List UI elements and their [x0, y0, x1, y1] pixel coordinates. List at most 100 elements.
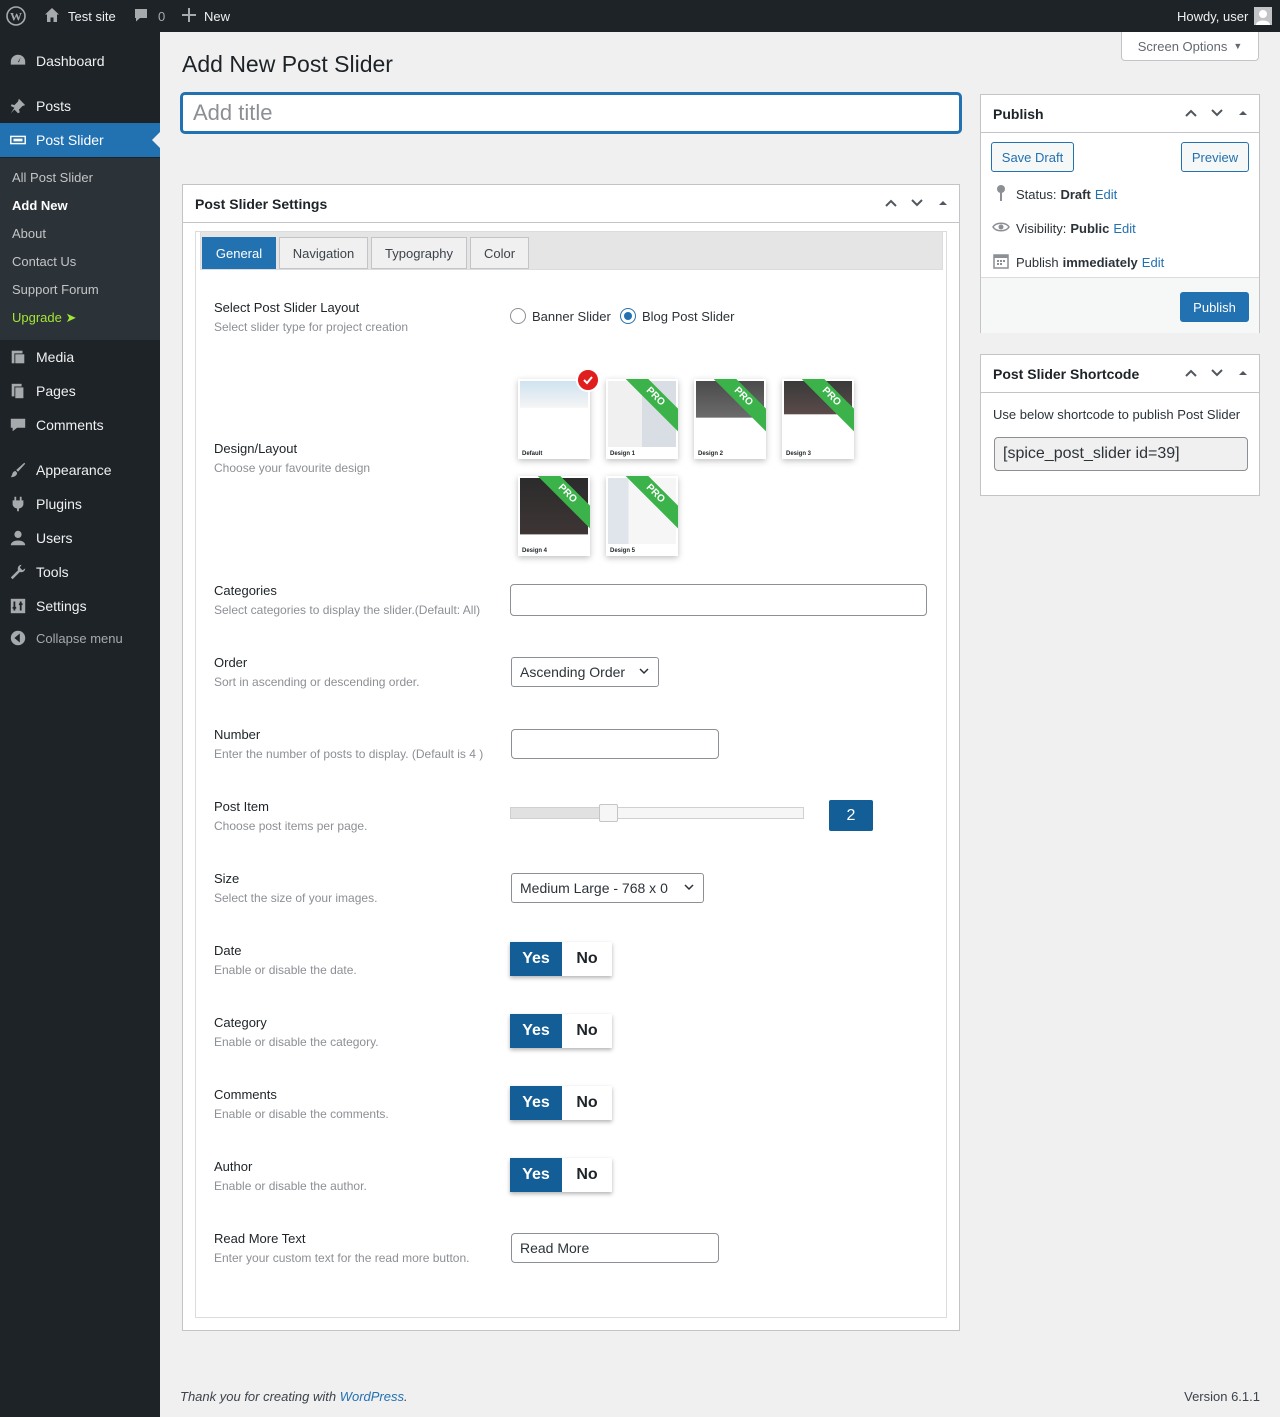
menu-plugins[interactable]: Plugins	[0, 487, 160, 521]
size-label: Size	[214, 871, 240, 886]
screen-options-button[interactable]: Screen Options ▼	[1121, 32, 1259, 61]
submenu-about[interactable]: About	[12, 226, 46, 241]
post-item-value: 2	[829, 800, 873, 831]
read-more-input[interactable]: Read More	[511, 1233, 719, 1263]
menu-dashboard[interactable]: Dashboard	[0, 44, 160, 78]
menu-posts[interactable]: Posts	[0, 89, 160, 123]
submenu-add-new[interactable]: Add New	[12, 198, 68, 213]
visibility-edit-link[interactable]: Edit	[1113, 221, 1135, 236]
footer-thanks: Thank you for creating with WordPress.	[180, 1389, 408, 1404]
post-item-desc: Choose post items per page.	[214, 819, 368, 833]
layout-desc: Select slider type for project creation	[214, 320, 409, 334]
selected-check-icon	[576, 368, 600, 392]
submenu-all-post-slider[interactable]: All Post Slider	[12, 170, 93, 185]
collapse-menu-button[interactable]: Collapse menu	[0, 621, 160, 655]
visibility-label: Visibility:	[1016, 221, 1067, 236]
design-desc: Choose your favourite design	[214, 461, 371, 475]
menu-label: Post Slider	[36, 132, 104, 148]
wordpress-link[interactable]: WordPress	[340, 1389, 404, 1404]
toggle-panel-icon[interactable]	[935, 195, 951, 214]
menu-tools[interactable]: Tools	[0, 555, 160, 589]
design-5[interactable]: PRO Design 5	[606, 476, 678, 556]
toggle-panel-icon[interactable]	[1235, 365, 1251, 384]
toggle-panel-icon[interactable]	[1235, 105, 1251, 124]
move-up-icon[interactable]	[1183, 365, 1199, 384]
menu-settings[interactable]: Settings	[0, 589, 160, 623]
move-up-icon[interactable]	[883, 195, 899, 214]
size-select[interactable]: Medium Large - 768 x 0	[511, 873, 704, 903]
publish-edit-link[interactable]: Edit	[1142, 255, 1164, 270]
post-item-slider-handle[interactable]	[599, 804, 618, 822]
comments-toggle[interactable]: Yes No	[510, 1086, 612, 1120]
category-toggle[interactable]: Yes No	[510, 1014, 612, 1048]
calendar-icon	[992, 252, 1016, 273]
number-input[interactable]	[511, 729, 719, 759]
toggle-yes[interactable]: Yes	[510, 1086, 562, 1120]
preview-button[interactable]: Preview	[1181, 142, 1249, 172]
pages-icon	[9, 382, 27, 400]
tab-color[interactable]: Color	[470, 237, 529, 269]
save-draft-button[interactable]: Save Draft	[991, 142, 1074, 172]
design-2[interactable]: PRO Design 2	[694, 379, 766, 459]
move-down-icon[interactable]	[1209, 105, 1225, 124]
title-input[interactable]: Add title	[181, 93, 961, 133]
menu-media[interactable]: Media	[0, 340, 160, 374]
toggle-no[interactable]: No	[562, 942, 612, 976]
new-content-link[interactable]: New	[182, 0, 230, 32]
design-label: Default	[522, 451, 543, 457]
page-title: Add New Post Slider	[182, 51, 393, 77]
toggle-no[interactable]: No	[562, 1014, 612, 1048]
tab-typography[interactable]: Typography	[371, 237, 467, 269]
wordpress-logo-icon[interactable]: W	[6, 0, 28, 32]
design-1[interactable]: PRO Design 1	[606, 379, 678, 459]
svg-text:W: W	[10, 10, 22, 24]
toggle-no[interactable]: No	[562, 1158, 612, 1192]
menu-appearance[interactable]: Appearance	[0, 453, 160, 487]
radio-blog-post-slider[interactable]: Blog Post Slider	[620, 308, 735, 324]
site-name-link[interactable]: Test site	[44, 0, 116, 32]
publish-value: immediately	[1062, 255, 1138, 270]
author-toggle[interactable]: Yes No	[510, 1158, 612, 1192]
menu-post-slider[interactable]: Post Slider	[0, 123, 160, 157]
date-toggle[interactable]: Yes No	[510, 942, 612, 976]
toggle-yes[interactable]: Yes	[510, 1014, 562, 1048]
toggle-yes[interactable]: Yes	[510, 1158, 562, 1192]
menu-label: Dashboard	[36, 53, 105, 69]
design-default[interactable]: Default	[518, 379, 590, 459]
toggle-no[interactable]: No	[562, 1086, 612, 1120]
status-value: Draft	[1060, 187, 1091, 202]
menu-users[interactable]: Users	[0, 521, 160, 555]
comments-desc: Enable or disable the comments.	[214, 1107, 389, 1121]
tab-navigation[interactable]: Navigation	[279, 237, 368, 269]
post-item-slider-track[interactable]	[510, 807, 804, 819]
screen-options-label: Screen Options	[1137, 38, 1228, 54]
toggle-yes[interactable]: Yes	[510, 942, 562, 976]
design-4[interactable]: PRO Design 4	[518, 476, 590, 556]
menu-pages[interactable]: Pages	[0, 374, 160, 408]
submenu-upgrade[interactable]: Upgrade ➤	[12, 310, 76, 326]
menu-comments[interactable]: Comments	[0, 408, 160, 442]
tab-general[interactable]: General	[202, 237, 276, 269]
submenu-support-forum[interactable]: Support Forum	[12, 282, 99, 297]
comments-link[interactable]: 0	[133, 0, 165, 32]
categories-input[interactable]	[510, 584, 927, 616]
status-row: Status: Draft Edit	[992, 184, 1117, 205]
menu-label: Pages	[36, 383, 76, 399]
publish-button[interactable]: Publish	[1180, 292, 1249, 322]
arrow-right-icon: ➤	[65, 310, 77, 325]
radio-banner-slider[interactable]: Banner Slider	[510, 308, 611, 324]
status-edit-link[interactable]: Edit	[1095, 187, 1117, 202]
design-label: Design/Layout	[214, 441, 298, 456]
radio-label: Blog Post Slider	[642, 308, 735, 324]
order-select[interactable]: Ascending Order	[511, 657, 659, 687]
submenu-contact-us[interactable]: Contact Us	[12, 254, 76, 269]
move-up-icon[interactable]	[1183, 105, 1199, 124]
shortcode-desc: Use below shortcode to publish Post Slid…	[993, 407, 1241, 422]
menu-label: Settings	[36, 598, 87, 614]
shortcode-field[interactable]: [spice_post_slider id=39]	[994, 437, 1248, 471]
design-3[interactable]: PRO Design 3	[782, 379, 854, 459]
account-menu[interactable]: Howdy, user	[1177, 0, 1273, 32]
move-down-icon[interactable]	[909, 195, 925, 214]
move-down-icon[interactable]	[1209, 365, 1225, 384]
author-desc: Enable or disable the author.	[214, 1179, 367, 1193]
